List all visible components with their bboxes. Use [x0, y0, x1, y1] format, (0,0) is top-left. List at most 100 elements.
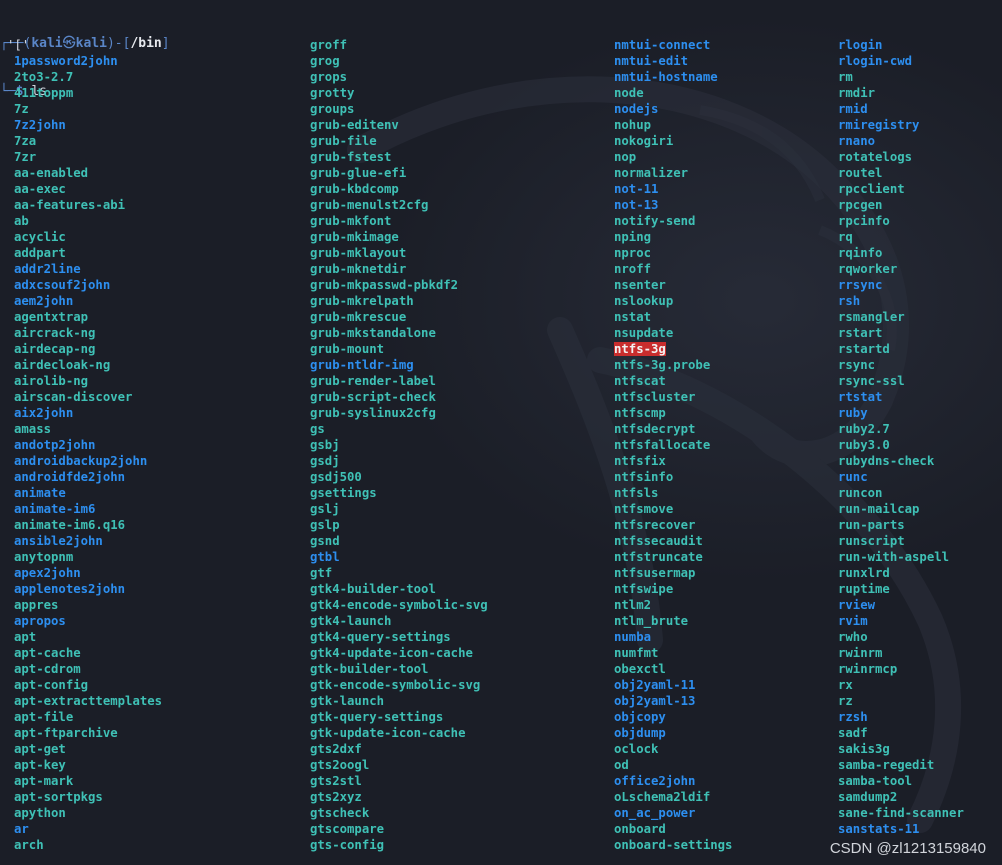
file-entry: onboard: [614, 822, 666, 836]
file-entry: airdecap-ng: [14, 342, 96, 356]
file-entry: rsync-ssl: [838, 374, 905, 388]
file-entry: ntfsinfo: [614, 470, 674, 484]
file-entry: gsdj500: [310, 470, 362, 484]
file-entry: animate-im6.q16: [14, 518, 126, 532]
file-entry: sane-find-scanner: [838, 806, 964, 820]
file-entry: grotty: [310, 86, 355, 100]
file-entry: rstart: [838, 326, 883, 340]
file-entry: gslj: [310, 502, 340, 516]
file-entry: nproc: [614, 246, 652, 260]
file-entry: 1password2john: [14, 54, 118, 68]
file-entry: sakis3g: [838, 742, 890, 756]
file-entry: apt: [14, 630, 37, 644]
file-entry: obj2yaml-11: [614, 678, 696, 692]
file-entry: '[': [7, 38, 30, 52]
file-entry: grog: [310, 54, 340, 68]
file-entry: rmdir: [838, 86, 876, 100]
file-entry: groff: [310, 38, 348, 52]
file-entry: ruby3.0: [838, 438, 890, 452]
file-entry: 7z2john: [14, 118, 66, 132]
file-entry: grub-mkrelpath: [310, 294, 414, 308]
csdn-watermark: CSDN @zl1213159840: [829, 840, 986, 857]
file-entry: rlogin: [838, 38, 883, 52]
file-entry: adxcsouf2john: [14, 278, 111, 292]
file-entry: grub-glue-efi: [310, 166, 407, 180]
file-entry: rqworker: [838, 262, 898, 276]
file-entry: 7zr: [14, 150, 37, 164]
file-entry: on_ac_power: [614, 806, 696, 820]
file-entry: nmtui-hostname: [614, 70, 718, 84]
file-entry: nop: [614, 150, 637, 164]
file-entry: aircrack-ng: [14, 326, 96, 340]
file-entry: ntfscat: [614, 374, 666, 388]
file-entry: ruby2.7: [838, 422, 890, 436]
file-entry: androidbackup2john: [14, 454, 148, 468]
file-entry: gts2xyz: [310, 790, 362, 804]
file-entry: ntfssecaudit: [614, 534, 703, 548]
file-entry: grub-fstest: [310, 150, 392, 164]
file-entry: run-mailcap: [838, 502, 920, 516]
file-entry: samdump2: [838, 790, 898, 804]
file-entry: oLschema2ldif: [614, 790, 711, 804]
file-entry: nroff: [614, 262, 652, 276]
file-entry: nmtui-connect: [614, 38, 711, 52]
file-entry: rview: [838, 598, 876, 612]
file-entry: aa-enabled: [14, 166, 89, 180]
file-entry: ruby: [838, 406, 868, 420]
file-entry: ar: [14, 822, 29, 836]
file-entry: rpcclient: [838, 182, 905, 196]
file-entry: grub-mkpasswd-pbkdf2: [310, 278, 459, 292]
file-entry: grub-script-check: [310, 390, 436, 404]
file-entry: acyclic: [14, 230, 66, 244]
file-entry: objdump: [614, 726, 666, 740]
file-entry: gsbj: [310, 438, 340, 452]
file-entry: amass: [14, 422, 52, 436]
file-entry: apt-sortpkgs: [14, 790, 103, 804]
file-entry: animate-im6: [14, 502, 96, 516]
terminal-window[interactable]: ┌──(kali㉿kali)-[/bin] └─$ ls '[' 1passwor…: [0, 0, 1002, 865]
file-entry: rzsh: [838, 710, 868, 724]
file-entry: gtscompare: [310, 822, 385, 836]
file-entry: ntfscluster: [614, 390, 696, 404]
file-entry: gts-config: [310, 838, 385, 852]
file-entry: gsettings: [310, 486, 377, 500]
file-entry: apt-cdrom: [14, 662, 81, 676]
file-entry: rvim: [838, 614, 868, 628]
file-entry: nohup: [614, 118, 652, 132]
file-entry: rrsync: [838, 278, 883, 292]
file-entry: office2john: [614, 774, 696, 788]
file-entry: appres: [14, 598, 59, 612]
file-entry: rqinfo: [838, 246, 883, 260]
file-entry: 2to3-2.7: [14, 70, 74, 84]
ls-column-1: '[' 1password2john 2to3-2.7 411toppm 7z 7z2jo…: [7, 37, 162, 853]
file-entry: ntfsfallocate: [614, 438, 711, 452]
file-entry: arch: [14, 838, 44, 852]
file-entry: grub-syslinux2cfg: [310, 406, 436, 420]
file-entry: apt-ftparchive: [14, 726, 118, 740]
file-entry: grub-file: [310, 134, 377, 148]
file-entry: grops: [310, 70, 348, 84]
file-entry: sadf: [838, 726, 868, 740]
file-entry: nmtui-edit: [614, 54, 689, 68]
file-entry: apt-mark: [14, 774, 74, 788]
file-entry: apt-cache: [14, 646, 81, 660]
file-entry: not-11: [614, 182, 659, 196]
file-entry: ntlm2: [614, 598, 652, 612]
file-entry-highlight: ntfs-3g: [614, 342, 666, 356]
file-entry: gtk-query-settings: [310, 710, 444, 724]
file-entry: grub-mknetdir: [310, 262, 407, 276]
file-entry: ansible2john: [14, 534, 103, 548]
file-entry: objcopy: [614, 710, 666, 724]
file-entry: grub-mklayout: [310, 246, 407, 260]
file-entry: airscan-discover: [14, 390, 133, 404]
file-entry: grub-render-label: [310, 374, 436, 388]
file-entry: nstat: [614, 310, 652, 324]
file-entry: gtk4-query-settings: [310, 630, 451, 644]
ls-column-3: nmtui-connect nmtui-edit nmtui-hostname nod…: [614, 37, 732, 853]
file-entry: androidfde2john: [14, 470, 126, 484]
file-entry: grub-ntldr-img: [310, 358, 414, 372]
file-entry: rpcinfo: [838, 214, 890, 228]
file-entry: ntfstruncate: [614, 550, 703, 564]
file-entry: gtk4-update-icon-cache: [310, 646, 473, 660]
file-entry: ntfsusermap: [614, 566, 696, 580]
